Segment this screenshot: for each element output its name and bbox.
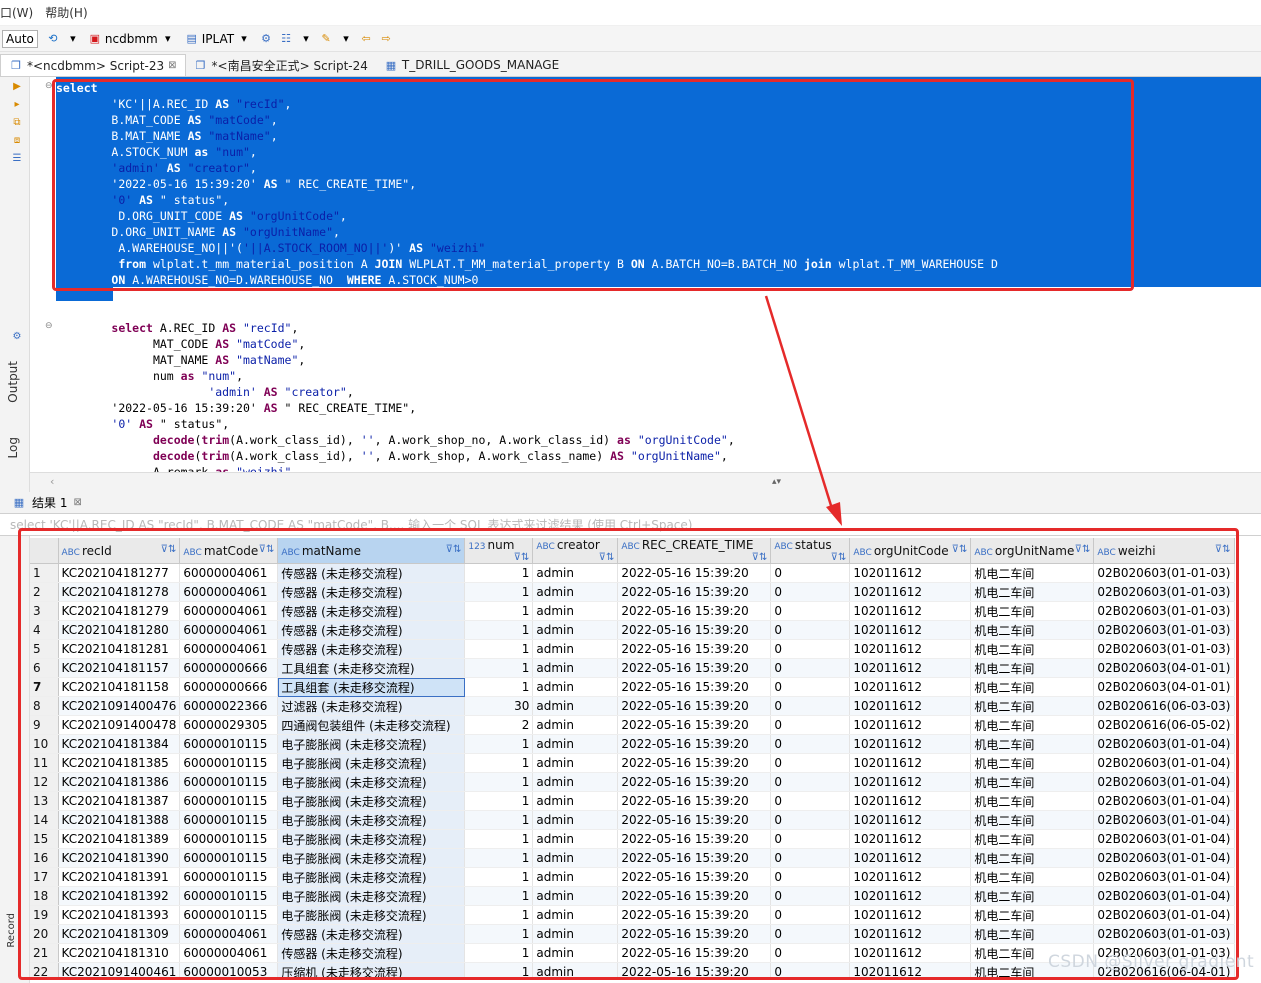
- tab-label: *<南昌安全正式> Script-24: [211, 58, 368, 73]
- log-tab[interactable]: Log: [6, 437, 20, 458]
- schema-icon: ▤: [186, 32, 197, 45]
- code-line: num as "num",: [152, 369, 244, 383]
- tab-table-drill-goods[interactable]: ▦ T_DRILL_GOODS_MANAGE: [376, 54, 567, 76]
- tab-script-23[interactable]: ❐ *<ncdbmm> Script-23 ⊠: [0, 54, 186, 76]
- output-tab[interactable]: Output: [6, 361, 20, 403]
- schema-combo[interactable]: ▤ IPLAT ▾: [183, 32, 253, 46]
- record-tab[interactable]: Record: [6, 913, 17, 948]
- watermark: CSDN @Silver gradient: [1048, 952, 1255, 972]
- close-icon[interactable]: ⊠: [168, 60, 176, 71]
- menu-bar: 口(W) 帮助(H): [0, 0, 1261, 26]
- second-sql: select A.REC_ID AS "recId", MAT_CODE AS …: [56, 320, 735, 472]
- script-icon: ❐: [11, 59, 21, 72]
- code-line: '2022-05-16 15:39:20' AS " REC_CREATE_TI…: [111, 401, 417, 415]
- back-icon[interactable]: ⇦: [359, 32, 373, 46]
- pin-icon[interactable]: ✎: [319, 32, 333, 46]
- chevron-down-icon[interactable]: ▾: [339, 32, 353, 46]
- tab-label: T_DRILL_GOODS_MANAGE: [401, 58, 560, 72]
- code-line: MAT_NAME AS "matName",: [152, 353, 306, 367]
- menu-help[interactable]: 帮助(H): [45, 4, 87, 21]
- transaction-mode-value: Auto: [2, 29, 38, 48]
- code-line: A.remark as "weizhi": [152, 465, 292, 472]
- menu-window[interactable]: 口(W): [0, 4, 33, 21]
- code-line: decode(trim(A.work_class_id), '', A.work…: [152, 449, 728, 463]
- schema-name: IPLAT: [201, 31, 235, 46]
- code-line: select A.REC_ID AS "recId",: [111, 321, 299, 335]
- history-icon[interactable]: ☰: [11, 153, 23, 165]
- scroll-left-icon[interactable]: ‹: [50, 475, 54, 488]
- tab-label: *<ncdbmm> Script-23: [27, 58, 165, 73]
- connection-combo[interactable]: ▣ ncdbmm ▾: [86, 32, 177, 46]
- connection-name: ncdbmm: [104, 31, 158, 46]
- transaction-mode-combo[interactable]: Auto: [0, 29, 40, 48]
- results-highlight-box: [18, 528, 1239, 980]
- gear-icon[interactable]: ⚙: [11, 331, 23, 343]
- tab-script-24[interactable]: ❐ *<南昌安全正式> Script-24: [186, 54, 376, 76]
- code-line: 'admin' AS "creator",: [208, 385, 354, 399]
- tab-results-1[interactable]: 结果 1: [32, 494, 67, 511]
- code-line: decode(trim(A.work_class_id), '', A.work…: [152, 433, 735, 447]
- table-icon: ▦: [385, 58, 397, 72]
- code-line: MAT_CODE AS "matCode",: [152, 337, 306, 351]
- execute-icon[interactable]: ▶: [11, 81, 23, 93]
- close-icon[interactable]: ⊠: [73, 497, 81, 508]
- collapse-toggle-icon[interactable]: ▴▾: [772, 477, 781, 487]
- chevron-down-icon[interactable]: ▾: [66, 32, 80, 46]
- execute-script-icon[interactable]: ⧉: [11, 117, 23, 129]
- results-tab-bar: ▦ 结果 1 ⊠: [0, 492, 1261, 514]
- code-line: '0' AS " status",: [111, 417, 230, 431]
- execute-statement-icon[interactable]: ▸: [11, 99, 23, 111]
- explain-icon[interactable]: ⧈: [11, 135, 23, 147]
- editor-tabs: ❐ *<ncdbmm> Script-23 ⊠ ❐ *<南昌安全正式> Scri…: [0, 52, 1261, 77]
- chevron-down-icon[interactable]: ▾: [299, 32, 313, 46]
- forward-icon[interactable]: ⇨: [379, 32, 393, 46]
- chevron-down-icon: ▾: [241, 32, 247, 45]
- database-icon: ▣: [89, 32, 101, 45]
- settings-icon[interactable]: ⚙: [259, 32, 273, 46]
- panel-divider[interactable]: ‹ ▴▾: [30, 472, 1261, 492]
- script-icon: ❐: [195, 58, 206, 72]
- sql-highlight-box: [52, 79, 1134, 291]
- grid-icon: ▦: [13, 496, 25, 509]
- refresh-icon[interactable]: ⟲: [46, 32, 60, 46]
- fold-icon[interactable]: ⊖: [45, 321, 53, 331]
- toolbar: Auto ⟲ ▾ ▣ ncdbmm ▾ ▤ IPLAT ▾ ⚙ ☷ ▾ ✎ ▾ …: [0, 26, 1261, 52]
- tree-icon[interactable]: ☷: [279, 32, 293, 46]
- chevron-down-icon: ▾: [164, 32, 171, 45]
